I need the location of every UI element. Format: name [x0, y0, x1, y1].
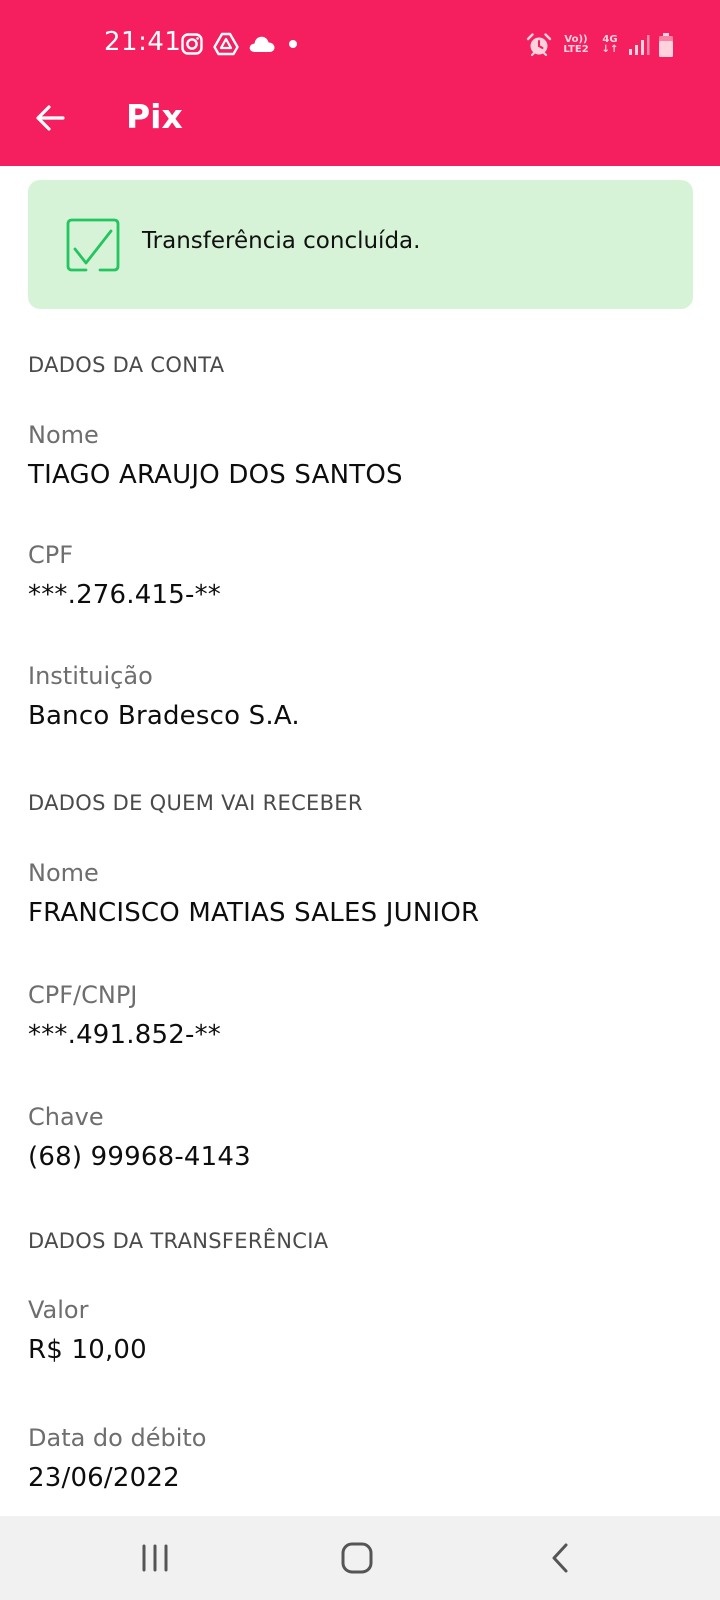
account-institution-label: Instituição — [28, 662, 153, 690]
account-name-label: Nome — [28, 421, 99, 449]
top-bar: 21:41 Vo)) LTE2 4G ↓↑ Pix — [0, 0, 720, 166]
transfer-amount-value: R$ 10,00 — [28, 1335, 147, 1365]
success-banner: Transferência concluída. — [28, 180, 693, 309]
4g-icon: 4G ↓↑ — [601, 34, 619, 55]
drive-icon — [213, 32, 239, 56]
recent-apps-icon — [142, 1544, 168, 1572]
account-institution-value: Banco Bradesco S.A. — [28, 701, 300, 731]
success-message: Transferência concluída. — [142, 228, 421, 254]
receiver-key-label: Chave — [28, 1103, 104, 1131]
account-cpf-label: CPF — [28, 541, 74, 569]
receiver-name-value: FRANCISCO MATIAS SALES JUNIOR — [28, 898, 480, 928]
navigation-bar — [0, 1516, 720, 1600]
receiver-key-value: (68) 99968-4143 — [28, 1142, 251, 1172]
battery-icon — [659, 33, 673, 57]
check-square-icon — [66, 218, 120, 272]
back-icon — [552, 1543, 568, 1573]
section-title-receiver: DADOS DE QUEM VAI RECEBER — [28, 791, 363, 815]
arrow-left-icon — [36, 105, 65, 131]
account-name-value: TIAGO ARAUJO DOS SANTOS — [28, 460, 403, 490]
transfer-amount-label: Valor — [28, 1296, 89, 1324]
home-button[interactable] — [317, 1528, 397, 1588]
alarm-icon — [526, 33, 552, 57]
app-bar: Pix — [0, 88, 720, 166]
cloud-icon — [249, 36, 275, 52]
transfer-date-label: Data do débito — [28, 1424, 207, 1452]
volte-icon: Vo)) LTE2 — [563, 34, 589, 55]
status-icons-left — [180, 29, 301, 59]
back-button[interactable] — [28, 96, 72, 140]
account-cpf-value: ***.276.415-** — [28, 580, 221, 610]
signal-icon — [629, 35, 650, 55]
home-icon — [341, 1542, 373, 1574]
receiver-doc-label: CPF/CNPJ — [28, 981, 138, 1009]
receiver-name-label: Nome — [28, 859, 99, 887]
status-icons-right: Vo)) LTE2 4G ↓↑ — [526, 28, 674, 62]
dot-icon — [289, 40, 297, 48]
receiver-doc-value: ***.491.852-** — [28, 1020, 221, 1050]
status-bar: 21:41 Vo)) LTE2 4G ↓↑ — [0, 0, 720, 88]
status-time: 21:41 — [104, 27, 182, 57]
section-title-account: DADOS DA CONTA — [28, 353, 225, 377]
instagram-icon — [181, 33, 203, 55]
section-title-transfer: DADOS DA TRANSFERÊNCIA — [28, 1229, 329, 1253]
page-title: Pix — [126, 97, 183, 136]
recent-apps-button[interactable] — [115, 1528, 195, 1588]
transfer-date-value: 23/06/2022 — [28, 1463, 180, 1493]
system-back-button[interactable] — [520, 1528, 600, 1588]
